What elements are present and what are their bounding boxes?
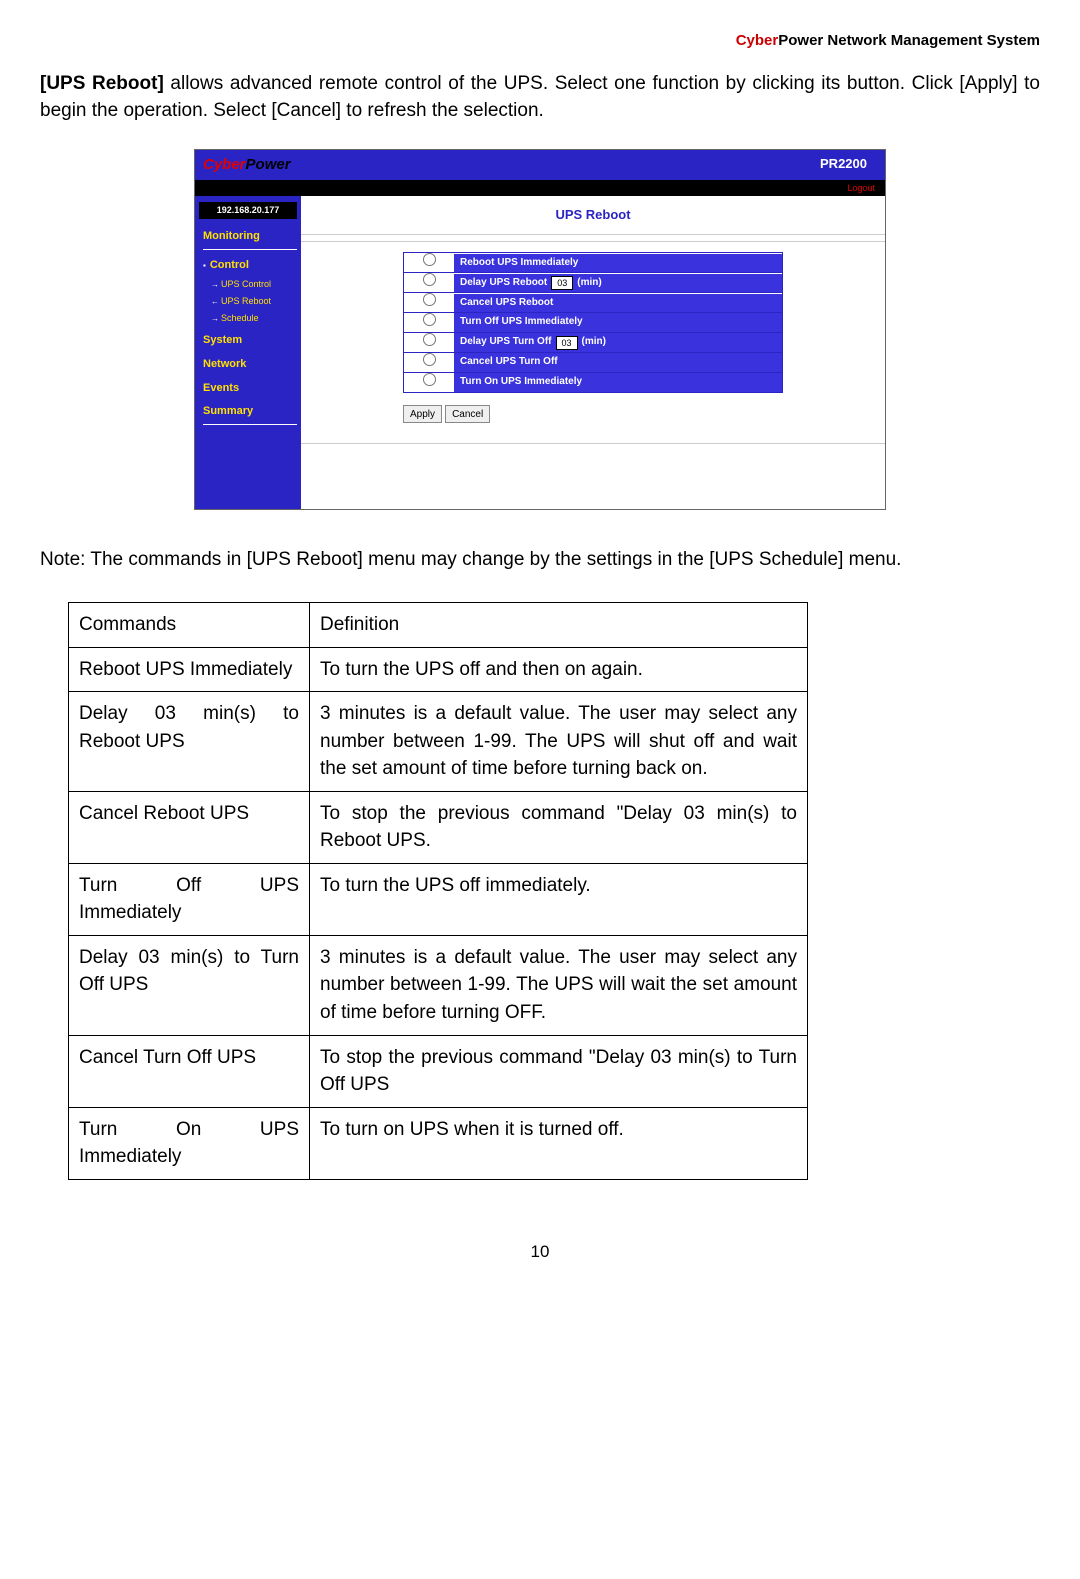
table-row: Delay 03 min(s) to Turn Off UPS3 minutes… (69, 935, 808, 1035)
cmd-cell: Turn On UPS Immediately (69, 1107, 310, 1179)
intro-bold: [UPS Reboot] (40, 73, 164, 94)
option-label: Cancel UPS Turn Off (454, 353, 782, 372)
radio-cell (404, 373, 454, 392)
radio-cell (404, 273, 454, 292)
table-row: Turn Off UPS ImmediatelyTo turn the UPS … (69, 863, 808, 935)
cmd-cell: Reboot UPS Immediately (69, 647, 310, 692)
radio-input[interactable] (423, 333, 436, 346)
table-row: Reboot UPS ImmediatelyTo turn the UPS of… (69, 647, 808, 692)
sidebar-menu: Monitoring Control UPS Control UPS Reboo… (195, 229, 301, 426)
option-cancel-turnoff[interactable]: Cancel UPS Turn Off (403, 353, 783, 373)
header-cyber: Cyber (736, 32, 779, 49)
radio-cell (404, 333, 454, 352)
table-row: Turn On UPS ImmediatelyTo turn on UPS wh… (69, 1107, 808, 1179)
option-label: Turn Off UPS Immediately (454, 313, 782, 332)
table-row: Cancel Turn Off UPSTo stop the previous … (69, 1035, 808, 1107)
def-cell: To turn the UPS off immediately. (310, 863, 808, 935)
intro-paragraph: [UPS Reboot] allows advanced remote cont… (40, 70, 1040, 125)
delay-turnoff-input[interactable] (556, 336, 578, 350)
sidebar-item-ups-reboot[interactable]: UPS Reboot (211, 295, 301, 308)
sidebar-item-monitoring[interactable]: Monitoring (203, 229, 301, 245)
screenshot-wrapper: CyberPower PR2200 Logout 192.168.20.177 … (40, 149, 1040, 511)
sidebar-item-control[interactable]: Control (203, 258, 301, 274)
header-commands: Commands (69, 602, 310, 647)
option-label: Turn On UPS Immediately (454, 373, 782, 392)
cmd-cell: Delay 03 min(s) to Turn Off UPS (69, 935, 310, 1035)
radio-cell (404, 293, 454, 312)
table-header-row: Commands Definition (69, 602, 808, 647)
sidebar-divider (203, 424, 297, 425)
option-reboot-immediately[interactable]: Reboot UPS Immediately (403, 252, 783, 273)
def-cell: To turn the UPS off and then on again. (310, 647, 808, 692)
option-turnon-immediately[interactable]: Turn On UPS Immediately (403, 373, 783, 393)
option-list: Reboot UPS Immediately Delay UPS Reboot … (403, 252, 783, 393)
sub-bar: Logout (195, 180, 885, 196)
note-paragraph: Note: The commands in [UPS Reboot] menu … (40, 546, 1040, 574)
app-body: 192.168.20.177 Monitoring Control UPS Co… (195, 196, 885, 510)
sidebar-item-schedule[interactable]: Schedule (211, 312, 301, 325)
logo-power: Power (246, 156, 291, 173)
option-label: Delay UPS Turn Off (min) (454, 333, 782, 352)
option-turnoff-immediately[interactable]: Turn Off UPS Immediately (403, 313, 783, 333)
table-row: Cancel Reboot UPSTo stop the previous co… (69, 791, 808, 863)
apply-button[interactable]: Apply (403, 405, 442, 423)
radio-input[interactable] (423, 293, 436, 306)
sidebar-item-network[interactable]: Network (203, 357, 301, 373)
def-cell: 3 minutes is a default value. The user m… (310, 692, 808, 792)
option-label-post: (min) (582, 335, 606, 350)
cmd-cell: Cancel Turn Off UPS (69, 1035, 310, 1107)
cmd-cell: Turn Off UPS Immediately (69, 863, 310, 935)
panel-title: UPS Reboot (301, 196, 885, 236)
radio-input[interactable] (423, 313, 436, 326)
option-label: Delay UPS Reboot (min) (454, 274, 782, 293)
panel-divider (301, 241, 885, 242)
radio-input[interactable] (423, 353, 436, 366)
sidebar-item-summary[interactable]: Summary (203, 404, 301, 420)
option-label-post: (min) (577, 276, 601, 291)
sidebar-item-ups-control[interactable]: UPS Control (211, 278, 301, 291)
radio-cell (404, 353, 454, 372)
delay-reboot-input[interactable] (551, 276, 573, 290)
option-delay-turnoff[interactable]: Delay UPS Turn Off (min) (403, 333, 783, 353)
radio-cell (404, 253, 454, 272)
option-delay-reboot[interactable]: Delay UPS Reboot (min) (403, 273, 783, 293)
sidebar-divider (203, 249, 297, 250)
top-bar: CyberPower PR2200 (195, 150, 885, 180)
doc-header: CyberPower Network Management System (40, 30, 1040, 52)
radio-input[interactable] (423, 373, 436, 386)
radio-input[interactable] (423, 273, 436, 286)
logout-link[interactable]: Logout (847, 183, 875, 193)
option-label: Cancel UPS Reboot (454, 294, 782, 313)
sidebar-item-events[interactable]: Events (203, 381, 301, 397)
def-cell: 3 minutes is a default value. The user m… (310, 935, 808, 1035)
header-rest: Power Network Management System (778, 32, 1040, 49)
sidebar: 192.168.20.177 Monitoring Control UPS Co… (195, 196, 301, 510)
main-panel: UPS Reboot Reboot UPS Immediately Delay … (301, 196, 885, 510)
header-definition: Definition (310, 602, 808, 647)
page-number: 10 (40, 1240, 1040, 1265)
def-cell: To turn on UPS when it is turned off. (310, 1107, 808, 1179)
option-cancel-reboot[interactable]: Cancel UPS Reboot (403, 293, 783, 313)
option-label: Reboot UPS Immediately (454, 254, 782, 273)
cmd-cell: Delay 03 min(s) to Reboot UPS (69, 692, 310, 792)
table-row: Delay 03 min(s) to Reboot UPS3 minutes i… (69, 692, 808, 792)
option-label-pre: Delay UPS Reboot (460, 276, 547, 291)
def-cell: To stop the previous command "Delay 03 m… (310, 791, 808, 863)
option-label-pre: Delay UPS Turn Off (460, 335, 552, 350)
cancel-button[interactable]: Cancel (445, 405, 490, 423)
logo-cyber: Cyber (203, 156, 246, 173)
radio-input[interactable] (423, 253, 436, 266)
app-window: CyberPower PR2200 Logout 192.168.20.177 … (194, 149, 886, 511)
radio-cell (404, 313, 454, 332)
definition-table: Commands Definition Reboot UPS Immediate… (68, 602, 808, 1180)
sidebar-item-system[interactable]: System (203, 333, 301, 349)
panel-divider (301, 443, 885, 444)
button-row: Apply Cancel (403, 403, 783, 423)
def-cell: To stop the previous command "Delay 03 m… (310, 1035, 808, 1107)
ip-address: 192.168.20.177 (199, 202, 297, 219)
cmd-cell: Cancel Reboot UPS (69, 791, 310, 863)
model-label: PR2200 (820, 155, 885, 174)
intro-text: allows advanced remote control of the UP… (40, 73, 1040, 122)
brand-logo: CyberPower (195, 150, 299, 180)
